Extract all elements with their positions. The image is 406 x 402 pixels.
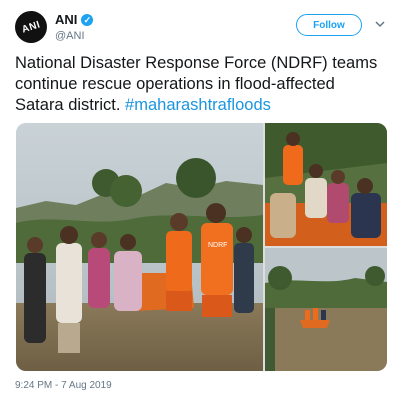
verified-badge-icon: ✓ xyxy=(81,13,94,26)
rescue-photo-wide[interactable] xyxy=(265,248,387,371)
media-grid: NDRF xyxy=(16,123,387,371)
ndrf-vest-label: NDRF xyxy=(208,242,227,249)
account-name[interactable]: ANI xyxy=(55,12,77,27)
tweet-text: National Disaster Response Force (NDRF) … xyxy=(15,53,385,116)
account-name-row[interactable]: ANI ✓ xyxy=(55,12,94,27)
follow-button[interactable]: Follow xyxy=(296,14,362,36)
account-handle[interactable]: @ANI xyxy=(55,30,85,42)
rescue-photo-boat[interactable] xyxy=(265,123,387,246)
avatar-logo-text: ANI xyxy=(20,18,42,36)
chevron-down-icon[interactable] xyxy=(374,18,386,30)
hashtag-link[interactable]: #maharashtrafloods xyxy=(125,96,271,114)
avatar[interactable]: ANI xyxy=(10,6,52,48)
tweet-timestamp[interactable]: 9:24 PM - 7 Aug 2019 xyxy=(15,380,112,391)
rescue-photo-main[interactable]: NDRF xyxy=(16,123,263,371)
